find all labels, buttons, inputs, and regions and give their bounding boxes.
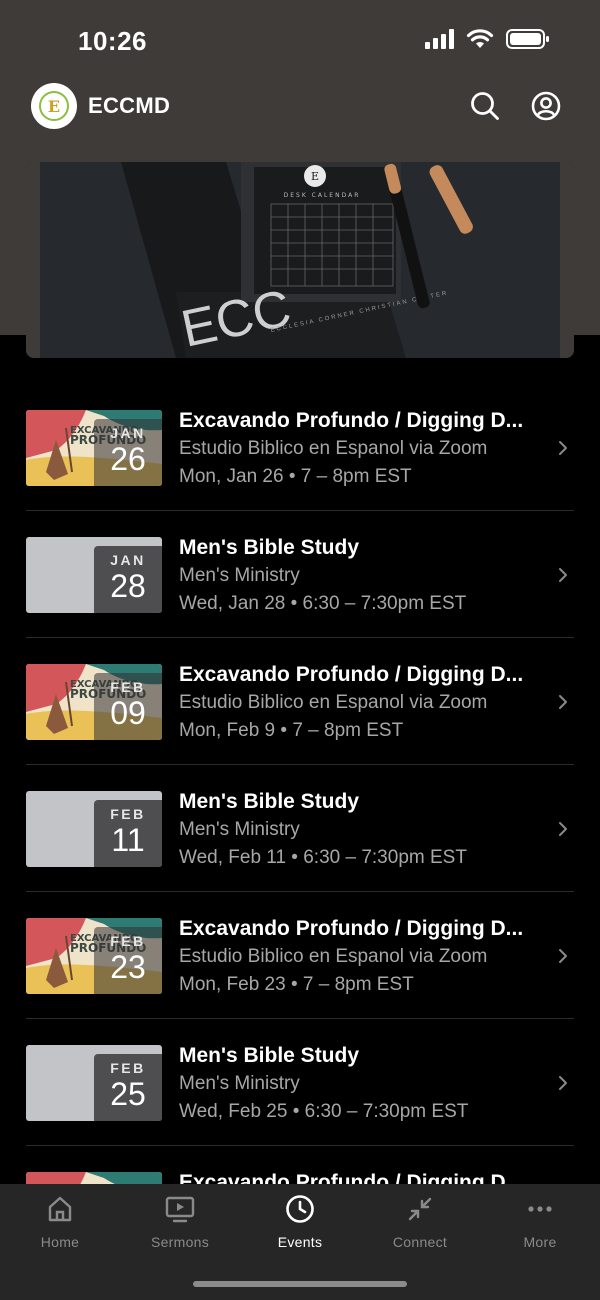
clock-icon [286,1195,314,1223]
tab-events[interactable]: Events [240,1194,360,1260]
event-date-badge: FEB 23 [94,927,162,994]
event-subtitle: Men's Ministry [179,1073,300,1094]
event-title: Men's Bible Study [179,1044,360,1067]
app-title: ECCMD [88,93,171,118]
event-list: EXCAVANDO PROFUNDO JAN 26 Excavando Prof… [26,384,574,1273]
event-details: Excavando Profundo / Digging D... Estudi… [179,661,549,745]
event-row[interactable]: FEB 11 Men's Bible Study Men's Ministry … [26,765,574,892]
chevron-right-icon [559,822,567,836]
chevron-right-icon [559,1076,567,1090]
event-subtitle: Estudio Biblico en Espanol via Zoom [179,438,488,459]
event-date-badge: JAN 26 [94,419,162,486]
event-row[interactable]: EXCAVANDO PROFUNDO JAN 26 Excavando Prof… [26,384,574,511]
status-bar: 10:26 [0,0,600,80]
more-dots-icon [528,1206,552,1212]
home-icon [48,1196,72,1222]
wifi-icon [466,29,494,48]
event-thumbnail: EXCAVANDO PROFUNDO JAN 26 [26,410,162,486]
event-row[interactable]: FEB 25 Men's Bible Study Men's Ministry … [26,1019,574,1146]
event-details: Excavando Profundo / Digging D... Estudi… [179,915,549,999]
event-datetime: Mon, Jan 26 • 7 – 8pm EST [179,466,412,487]
event-month: FEB [110,806,146,822]
event-month: FEB [110,933,146,949]
svg-text:DESK CALENDAR: DESK CALENDAR [284,192,361,199]
search-icon [471,92,499,120]
tab-sermons-label: Sermons [150,1234,210,1250]
event-details: Excavando Profundo / Digging D... Estudi… [179,407,549,491]
event-subtitle: Estudio Biblico en Espanol via Zoom [179,692,488,713]
event-day: 23 [110,949,146,985]
event-month: FEB [110,679,146,695]
collapse-arrows-icon [408,1197,432,1221]
tab-home[interactable]: Home [0,1194,120,1260]
tab-sermons[interactable]: Sermons [120,1194,240,1260]
event-subtitle: Estudio Biblico en Espanol via Zoom [179,946,488,967]
event-day: 11 [111,822,145,858]
event-row[interactable]: JAN 28 Men's Bible Study Men's Ministry … [26,511,574,638]
church-logo[interactable]: E [31,83,77,129]
event-month: FEB [110,1060,146,1076]
event-details: Men's Bible Study Men's Ministry Wed, Fe… [179,788,549,872]
event-datetime: Wed, Feb 11 • 6:30 – 7:30pm EST [179,847,467,868]
event-thumbnail: EXCAVANDO PROFUNDO FEB 23 [26,918,162,994]
status-icons [425,28,550,50]
event-datetime: Wed, Jan 28 • 6:30 – 7:30pm EST [179,593,467,614]
event-title: Excavando Profundo / Digging D... [179,663,524,686]
event-thumbnail: FEB 25 [26,1045,162,1121]
chevron-right-icon [559,441,567,455]
event-title: Men's Bible Study [179,536,360,559]
app-header: E ECCMD [0,80,600,132]
event-date-badge: FEB 09 [94,673,162,740]
tab-connect-label: Connect [392,1234,448,1250]
chevron-right-icon [559,568,567,582]
event-title: Excavando Profundo / Digging D... [179,917,524,940]
event-datetime: Mon, Feb 9 • 7 – 8pm EST [179,720,404,741]
event-row[interactable]: EXCAVANDO PROFUNDO FEB 09 Excavando Prof… [26,638,574,765]
battery-icon [506,29,549,49]
chevron-right-icon [559,949,567,963]
event-datetime: Mon, Feb 23 • 7 – 8pm EST [179,974,414,995]
tab-home-label: Home [40,1234,80,1250]
profile-icon [531,91,561,121]
event-subtitle: Men's Ministry [179,565,300,586]
logo-mark: E [39,91,69,121]
tv-icon [165,1196,195,1223]
event-month: JAN [110,425,146,441]
tab-more-label: More [523,1234,557,1250]
event-day: 28 [110,568,146,604]
event-details: Men's Bible Study Men's Ministry Wed, Fe… [179,1042,549,1126]
event-title: Men's Bible Study [179,790,360,813]
tab-more[interactable]: More [480,1194,600,1260]
search-button[interactable] [467,88,503,124]
desk-calendar-illustration: E DESK CALENDAR ECC ECCLESIA CORNER CHRI… [26,162,574,358]
event-details: Men's Bible Study Men's Ministry Wed, Ja… [179,534,549,618]
event-subtitle: Men's Ministry [179,819,300,840]
event-datetime: Wed, Feb 25 • 6:30 – 7:30pm EST [179,1101,469,1122]
event-date-badge: FEB 11 [94,800,162,867]
profile-button[interactable] [528,88,564,124]
event-thumbnail: FEB 11 [26,791,162,867]
event-thumbnail: JAN 28 [26,537,162,613]
cellular-signal-icon [425,29,454,49]
svg-text:E: E [311,170,319,183]
event-day: 25 [110,1076,146,1112]
tab-events-label: Events [277,1234,323,1250]
hero-banner-image[interactable]: E DESK CALENDAR ECC ECCLESIA CORNER CHRI… [26,162,574,358]
event-month: JAN [110,552,146,568]
tab-connect[interactable]: Connect [360,1194,480,1260]
status-time: 10:26 [78,26,147,56]
event-date-badge: FEB 25 [94,1054,162,1121]
event-day: 09 [110,695,146,731]
home-indicator [193,1281,407,1287]
event-row[interactable]: EXCAVANDO PROFUNDO FEB 23 Excavando Prof… [26,892,574,1019]
event-thumbnail: EXCAVANDO PROFUNDO FEB 09 [26,664,162,740]
event-day: 26 [110,441,146,477]
chevron-right-icon [559,695,567,709]
event-title: Excavando Profundo / Digging D... [179,409,524,432]
event-date-badge: JAN 28 [94,546,162,613]
